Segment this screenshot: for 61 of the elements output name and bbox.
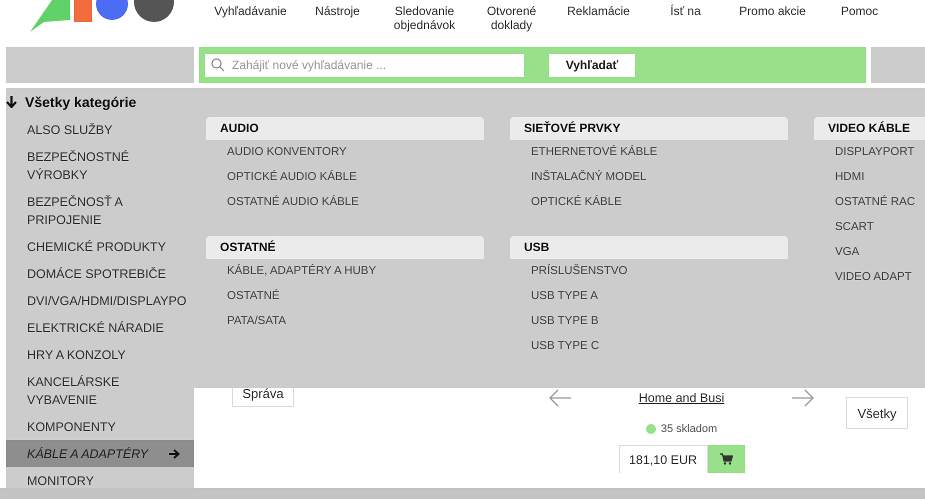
menu-item[interactable]: HDMI — [814, 165, 925, 190]
down-arrow-icon — [6, 96, 17, 108]
menu-group-heading[interactable]: AUDIO — [206, 117, 484, 140]
menu-group-heading[interactable]: SIEŤOVÉ PRVKY — [510, 117, 788, 140]
category-item[interactable]: BEZPEČNOSTNÉ VÝROBKY — [6, 143, 194, 188]
category-item[interactable]: CHEMICKÉ PRODUKTY — [6, 233, 194, 260]
category-item[interactable]: HRY A KONZOLY — [6, 341, 194, 368]
menu-item[interactable]: KÁBLE, ADAPTÉRY A HUBY — [206, 259, 484, 284]
menu-item[interactable]: VGA — [814, 240, 925, 265]
menu-item[interactable]: USB TYPE A — [510, 284, 788, 309]
menu-item[interactable]: ETHERNETOVÉ KÁBLE — [510, 140, 788, 165]
menu-item[interactable]: AUDIO KONVENTORY — [206, 140, 484, 165]
cart-button[interactable] — [708, 445, 744, 473]
all-button[interactable]: Všetky — [846, 397, 908, 429]
logo-icon[interactable] — [30, 0, 175, 32]
category-item[interactable]: BEZPEČNOSŤ A PRIPOJENIE — [6, 188, 194, 233]
right-arrow-icon[interactable] — [791, 388, 815, 408]
nav-link[interactable]: Reklamácie — [555, 4, 642, 32]
category-item[interactable]: KOMPONENTY — [6, 413, 194, 440]
price-field: 181,10 EUR — [618, 445, 708, 473]
menu-item[interactable]: OSTATNÉ — [206, 284, 484, 309]
menu-item[interactable]: PATA/SATA — [206, 309, 484, 334]
menu-item[interactable]: OSTATNÉ AUDIO KÁBLE — [206, 190, 484, 215]
product-title-link[interactable]: Home and Busi — [638, 390, 724, 406]
search-icon — [211, 58, 225, 72]
nav-link[interactable]: Sledovanie objednávok — [381, 4, 468, 32]
menu-group-heading[interactable]: VIDEO KÁBLE — [814, 117, 925, 140]
menu-item[interactable]: OSTATNÉ RAC — [814, 190, 925, 215]
nav-link[interactable]: Promo akcie — [729, 4, 816, 32]
category-item[interactable]: ELEKTRICKÉ NÁRADIE — [6, 314, 194, 341]
category-item[interactable]: MONITORY — [6, 467, 194, 494]
stock-dot-icon — [646, 424, 656, 434]
category-item[interactable]: ALSO SLUŽBY — [6, 116, 194, 143]
category-item[interactable]: KÁBLE A ADAPTÉRY — [6, 440, 194, 467]
nav-link[interactable]: Vyhľadávanie — [207, 4, 294, 32]
menu-item[interactable]: OPTICKÉ AUDIO KÁBLE — [206, 165, 484, 190]
sidebar-title: Všetky kategórie — [25, 94, 136, 110]
search-bar-background — [871, 47, 925, 83]
category-item[interactable]: KANCELÁRSKE VYBAVENIE — [6, 368, 194, 413]
left-arrow-icon[interactable] — [548, 388, 572, 408]
menu-item[interactable]: USB TYPE C — [510, 334, 788, 359]
menu-item[interactable]: USB TYPE B — [510, 309, 788, 334]
category-item[interactable]: DVI/VGA/HDMI/DISPLAYPO — [6, 287, 194, 314]
menu-item[interactable]: PRÍSLUŠENSTVO — [510, 259, 788, 284]
menu-item[interactable]: DISPLAYPORT — [814, 140, 925, 165]
menu-group-heading[interactable]: OSTATNÉ — [206, 236, 484, 259]
menu-item[interactable]: SCART — [814, 215, 925, 240]
nav-link[interactable]: Ísť na — [642, 4, 729, 32]
stock-text: 35 skladom — [660, 423, 718, 435]
menu-item[interactable]: OPTICKÉ KÁBLE — [510, 190, 788, 215]
menu-group-heading[interactable]: USB — [510, 236, 788, 259]
search-button[interactable]: Vyhľadať — [549, 54, 635, 76]
nav-link[interactable]: Otvorené doklady — [468, 4, 555, 32]
cart-icon — [720, 453, 732, 465]
menu-item[interactable]: VIDEO ADAPT — [814, 265, 925, 290]
right-arrow-icon — [169, 448, 180, 458]
category-item[interactable]: DOMÁCE SPOTREBIČE — [6, 260, 194, 287]
nav-link[interactable]: Pomoc — [816, 4, 903, 32]
menu-item[interactable]: INŠTALAČNÝ MODEL — [510, 165, 788, 190]
nav-link[interactable]: Nástroje — [294, 4, 381, 32]
search-field[interactable]: Zahájiť nové vyhľadávanie ... — [205, 54, 524, 76]
